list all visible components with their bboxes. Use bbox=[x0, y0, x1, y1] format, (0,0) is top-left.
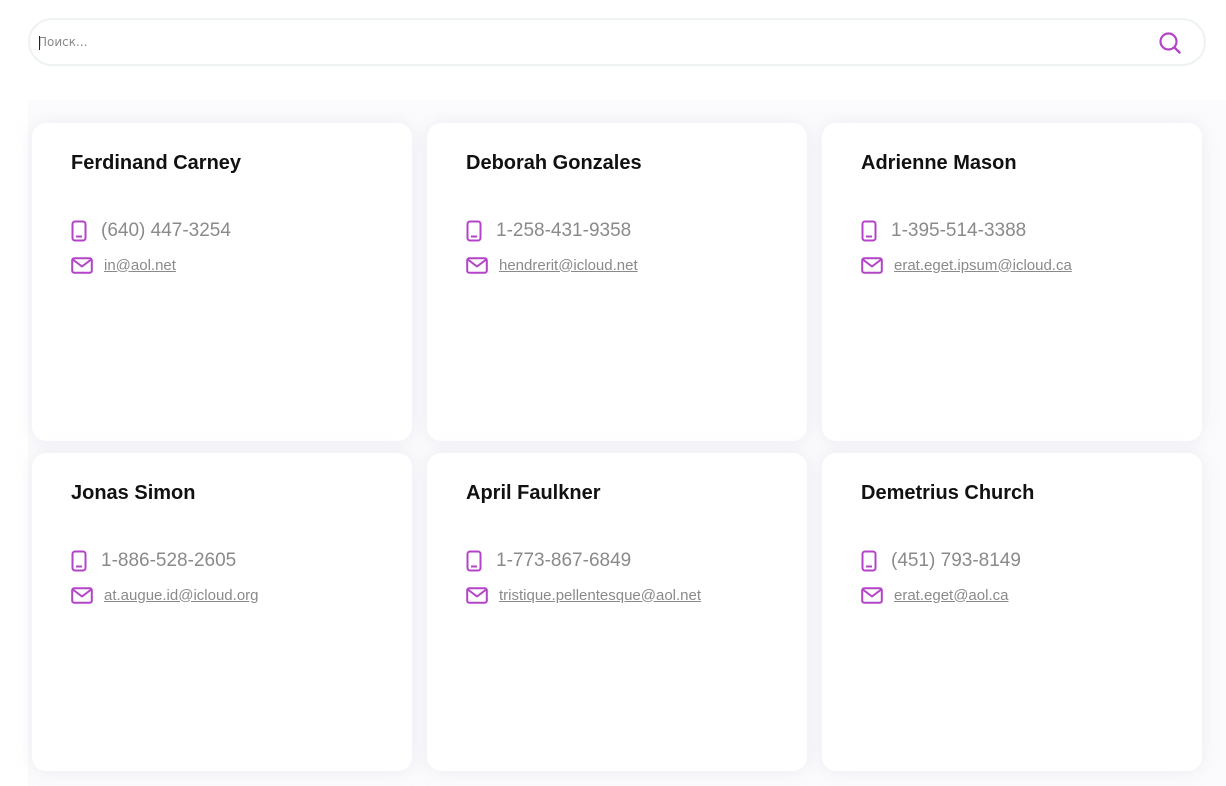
contact-name: Jonas Simon bbox=[71, 482, 196, 504]
phone-icon bbox=[861, 550, 877, 572]
search-button[interactable] bbox=[1158, 31, 1182, 55]
contact-phone: 1-258-431-9358 bbox=[496, 220, 632, 241]
contact-email-link[interactable]: in@aol.net bbox=[104, 257, 176, 274]
contact-phone-row: 1-886-528-2605 bbox=[71, 549, 236, 573]
contact-email-link[interactable]: at.augue.id@icloud.org bbox=[104, 587, 259, 604]
search-icon bbox=[1159, 32, 1181, 54]
contact-phone: 1-395-514-3388 bbox=[891, 220, 1027, 241]
contact-phone: (451) 793-8149 bbox=[891, 550, 1021, 571]
contact-email-row: in@aol.net bbox=[71, 255, 176, 275]
search-input[interactable] bbox=[38, 20, 1128, 64]
mail-icon bbox=[71, 586, 93, 604]
contact-phone-row: 1-773-867-6849 bbox=[466, 549, 631, 573]
contact-phone-row: 1-395-514-3388 bbox=[861, 219, 1026, 243]
contact-email-row: erat.eget.ipsum@icloud.ca bbox=[861, 255, 1072, 275]
phone-icon bbox=[466, 550, 482, 572]
contact-name: Deborah Gonzales bbox=[466, 152, 642, 174]
contact-name: April Faulkner bbox=[466, 482, 601, 504]
phone-icon bbox=[466, 220, 482, 242]
contact-name: Demetrius Church bbox=[861, 482, 1035, 504]
mail-icon bbox=[861, 586, 883, 604]
contact-email-row: hendrerit@icloud.net bbox=[466, 255, 638, 275]
contact-email-row: tristique.pellentesque@aol.net bbox=[466, 585, 701, 605]
phone-icon bbox=[71, 550, 87, 572]
contact-phone-row: (640) 447-3254 bbox=[71, 219, 231, 243]
contact-card: Deborah Gonzales 1-258-431-9358 hendreri… bbox=[427, 123, 807, 441]
contact-phone: 1-886-528-2605 bbox=[101, 550, 237, 571]
mail-icon bbox=[466, 586, 488, 604]
contact-card: Adrienne Mason 1-395-514-3388 erat.eget.… bbox=[822, 123, 1202, 441]
contact-card: Jonas Simon 1-886-528-2605 at.augue.id@i… bbox=[32, 453, 412, 771]
contact-name: Ferdinand Carney bbox=[71, 152, 242, 174]
contact-phone-row: 1-258-431-9358 bbox=[466, 219, 631, 243]
contact-card: Demetrius Church (451) 793-8149 erat.ege… bbox=[822, 453, 1202, 771]
phone-icon bbox=[861, 220, 877, 242]
contact-email-link[interactable]: erat.eget.ipsum@icloud.ca bbox=[894, 257, 1072, 274]
contact-phone: 1-773-867-6849 bbox=[496, 550, 632, 571]
contact-phone: (640) 447-3254 bbox=[101, 220, 231, 241]
contact-card: April Faulkner 1-773-867-6849 tristique.… bbox=[427, 453, 807, 771]
contacts-grid: Ferdinand Carney (640) 447-3254 in@aol.n… bbox=[28, 100, 1226, 786]
contact-email-link[interactable]: erat.eget@aol.ca bbox=[894, 587, 1008, 604]
contact-phone-row: (451) 793-8149 bbox=[861, 549, 1021, 573]
contact-card: Ferdinand Carney (640) 447-3254 in@aol.n… bbox=[32, 123, 412, 441]
search-bar bbox=[28, 18, 1206, 66]
contact-email-row: at.augue.id@icloud.org bbox=[71, 585, 259, 605]
contact-email-row: erat.eget@aol.ca bbox=[861, 585, 1008, 605]
contact-name: Adrienne Mason bbox=[861, 152, 1017, 174]
mail-icon bbox=[861, 256, 883, 274]
phone-icon bbox=[71, 220, 87, 242]
text-caret bbox=[39, 36, 40, 50]
mail-icon bbox=[71, 256, 93, 274]
mail-icon bbox=[466, 256, 488, 274]
contact-email-link[interactable]: hendrerit@icloud.net bbox=[499, 257, 638, 274]
contact-email-link[interactable]: tristique.pellentesque@aol.net bbox=[499, 587, 701, 604]
